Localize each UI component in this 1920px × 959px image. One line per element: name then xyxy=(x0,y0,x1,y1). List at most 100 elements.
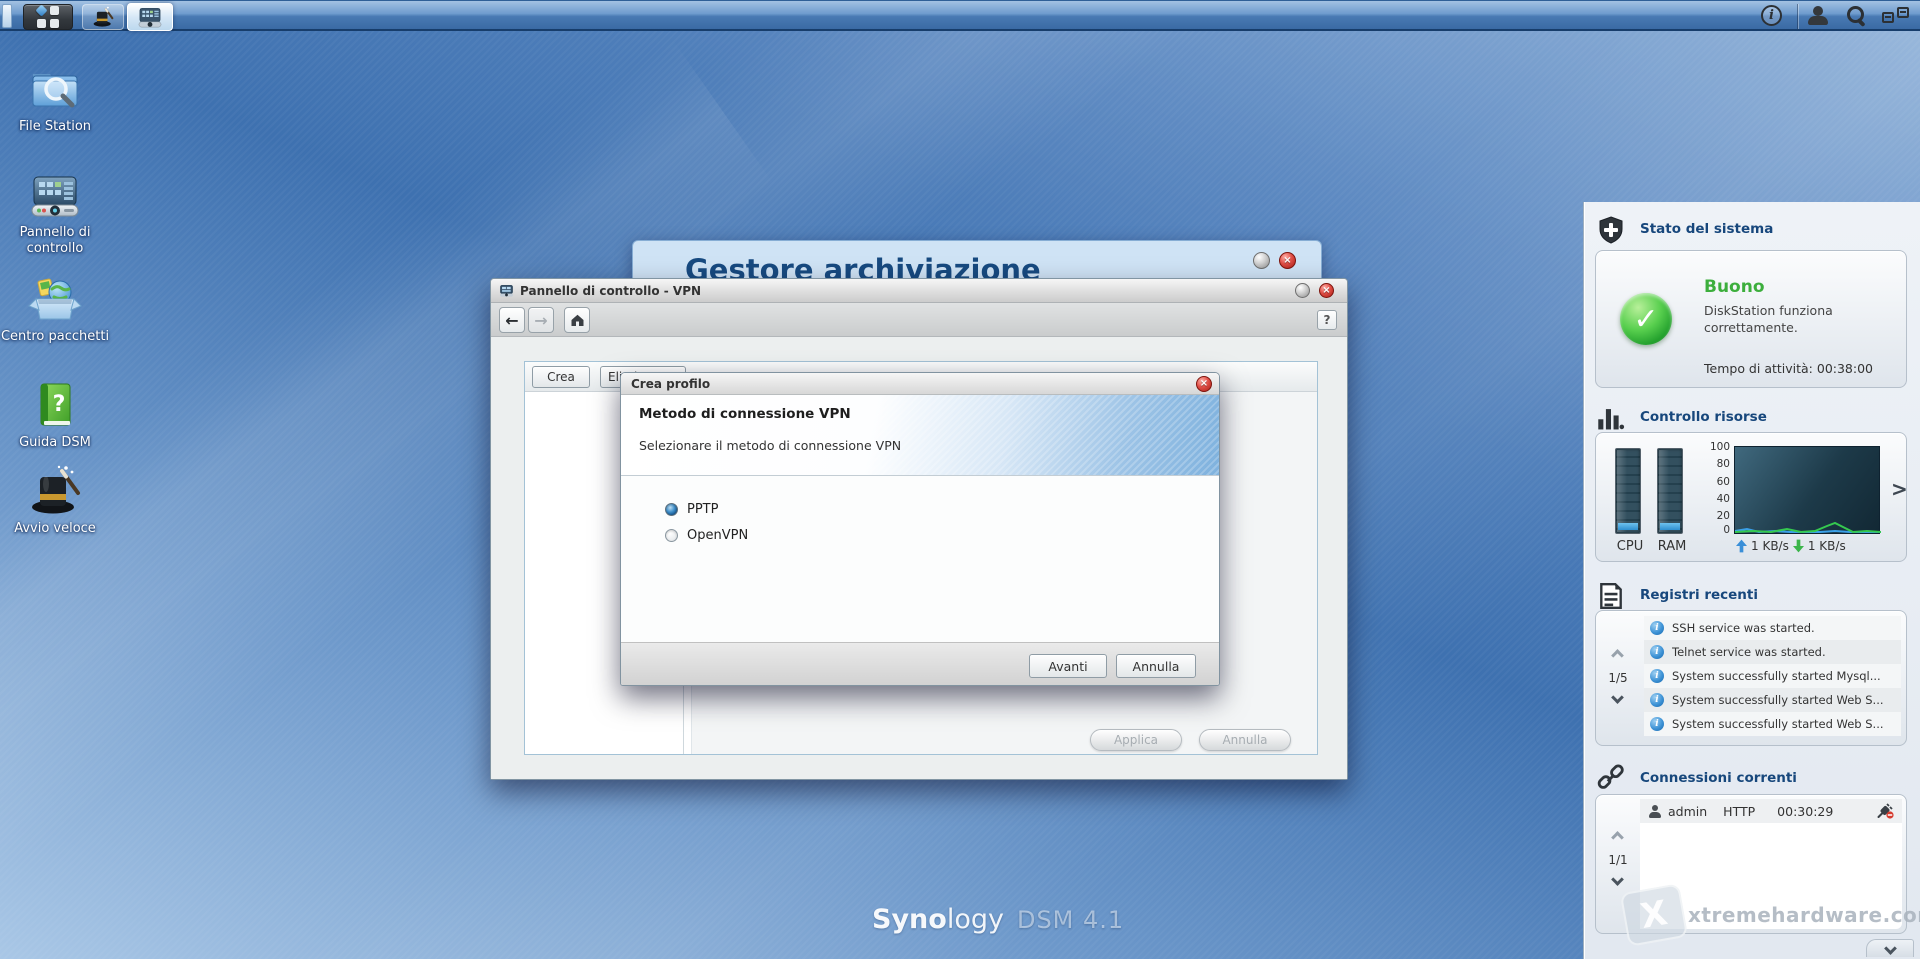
ram-label: RAM xyxy=(1657,539,1687,554)
logs-pager: 1/5 xyxy=(1596,611,1640,745)
help-glyph: ? xyxy=(1323,313,1331,327)
axis-tick: 60 xyxy=(1716,476,1730,488)
log-row: i System successfully started Mysql... xyxy=(1644,664,1901,688)
search-button[interactable] xyxy=(1845,1,1867,30)
pilot-view-button[interactable] xyxy=(1882,1,1910,30)
help-button[interactable]: ? xyxy=(1317,310,1337,330)
page-down-icon[interactable] xyxy=(1611,873,1624,886)
quick-start-button[interactable] xyxy=(82,4,124,30)
next-button[interactable]: Avanti xyxy=(1029,654,1107,678)
page-up-icon[interactable] xyxy=(1611,649,1624,662)
axis-tick: 0 xyxy=(1723,524,1730,536)
log-text: SSH service was started. xyxy=(1672,621,1815,635)
radio-label: OpenVPN xyxy=(687,528,749,543)
taskbar-control-panel-button-active[interactable] xyxy=(127,3,173,31)
show-desktop-button[interactable] xyxy=(2,4,12,28)
cpu-label: CPU xyxy=(1616,539,1644,554)
minimize-button[interactable] xyxy=(1253,252,1270,269)
desktop-icon-dsm-help[interactable]: ? Guida DSM xyxy=(0,378,110,451)
desktop-icon-label: Avvio veloce xyxy=(14,521,96,536)
uptime-text: Tempo di attività: 00:38:00 xyxy=(1704,361,1874,376)
dialog-titlebar[interactable]: Crea profilo × xyxy=(621,373,1219,395)
window-title: Pannello di controllo - VPN xyxy=(520,283,702,298)
radio-option-openvpn[interactable]: OpenVPN xyxy=(665,528,748,543)
axis-tick: 20 xyxy=(1716,510,1730,522)
cancel-button[interactable]: Annulla xyxy=(1116,654,1196,678)
page-indicator: 1/5 xyxy=(1608,671,1628,685)
user-icon xyxy=(1806,6,1830,25)
close-icon[interactable]: × xyxy=(1319,283,1334,298)
info-icon: i xyxy=(1761,5,1782,26)
brand-name-light: logy xyxy=(946,904,1004,935)
shield-icon xyxy=(1599,216,1623,244)
home-button[interactable] xyxy=(564,307,590,333)
status-description: DiskStation funziona correttamente. xyxy=(1704,303,1833,336)
disconnect-icon[interactable] xyxy=(1877,803,1894,819)
desktop: File Station Pannello di controllo Centr… xyxy=(0,0,1920,959)
taskbar-separator xyxy=(1797,4,1798,29)
page-up-icon[interactable] xyxy=(1611,831,1624,844)
close-icon[interactable]: × xyxy=(1279,252,1296,269)
ram-meter xyxy=(1657,448,1683,534)
log-text: System successfully started Web S... xyxy=(1672,717,1884,731)
svg-text:?: ? xyxy=(53,392,66,417)
status-ok-icon: ✓ xyxy=(1620,293,1672,345)
desktop-icon-quick-start[interactable]: Avvio veloce xyxy=(0,464,110,537)
magic-hat-icon xyxy=(32,465,80,514)
info-icon: i xyxy=(1650,693,1664,707)
bar-chart-icon xyxy=(1598,409,1625,430)
cancel-button[interactable]: Annulla xyxy=(1199,729,1291,751)
log-text: Telnet service was started. xyxy=(1672,645,1826,659)
section-title-resource-monitor: Controllo risorse xyxy=(1640,409,1767,425)
dialog-body: PPTP OpenVPN xyxy=(621,476,1219,642)
apply-button[interactable]: Applica xyxy=(1090,729,1182,751)
back-arrow-icon: ← xyxy=(505,310,519,330)
user-icon xyxy=(1648,804,1662,818)
axis-tick: 40 xyxy=(1716,493,1730,505)
dialog-title: Crea profilo xyxy=(631,376,711,391)
page-indicator: 1/1 xyxy=(1608,853,1628,867)
page-down-icon[interactable] xyxy=(1611,691,1624,704)
user-button[interactable] xyxy=(1806,1,1830,30)
radio-unselected-icon[interactable] xyxy=(665,529,678,542)
cpu-meter xyxy=(1615,448,1641,534)
status-description-line1: DiskStation funziona xyxy=(1704,303,1833,318)
titlebar[interactable]: Pannello di controllo - VPN × xyxy=(491,279,1347,303)
watermark-x: X xyxy=(1637,893,1671,937)
taskbar: i xyxy=(0,0,1920,31)
desktop-icon-file-station[interactable]: File Station xyxy=(0,62,110,135)
desktop-icon-package-center[interactable]: Centro pacchetti xyxy=(0,272,110,345)
status-text: Buono xyxy=(1704,277,1765,297)
create-button[interactable]: Crea xyxy=(532,366,590,388)
radio-option-pptp[interactable]: PPTP xyxy=(665,502,718,517)
watermark-text: xtremehardware.com xyxy=(1688,903,1920,927)
log-row: i SSH service was started. xyxy=(1644,616,1901,640)
close-glyph: × xyxy=(1322,284,1331,296)
axis-tick: 80 xyxy=(1716,458,1730,470)
forward-button[interactable]: → xyxy=(528,307,554,333)
file-station-icon xyxy=(32,74,78,108)
radio-selected-icon[interactable] xyxy=(665,503,678,516)
desktop-icon-label: File Station xyxy=(18,119,92,134)
brand-name-bold: Syno xyxy=(872,904,947,935)
desktop-icon-label: Guida DSM xyxy=(19,435,91,450)
info-icon: i xyxy=(1650,669,1664,683)
dsm-branding: Syno logy DSM 4.1 xyxy=(872,904,1124,935)
network-sparkline xyxy=(1735,521,1881,534)
dialog-footer: Avanti Annulla xyxy=(621,642,1219,685)
minimize-button[interactable] xyxy=(1295,283,1310,298)
download-rate: 1 KB/s xyxy=(1807,539,1846,553)
back-button[interactable]: ← xyxy=(499,307,525,333)
log-text: System successfully started Web S... xyxy=(1672,693,1884,707)
log-text: System successfully started Mysql... xyxy=(1672,669,1881,683)
main-menu-button[interactable] xyxy=(23,4,73,30)
recent-logs-card: 1/5 i SSH service was started. i Telnet … xyxy=(1595,610,1907,746)
close-icon[interactable]: × xyxy=(1196,376,1212,392)
info-button[interactable]: i xyxy=(1761,1,1782,30)
connection-protocol: HTTP xyxy=(1723,803,1756,819)
desktop-icon-control-panel[interactable]: Pannello di controllo xyxy=(0,168,110,258)
log-row: i System successfully started Web S... xyxy=(1644,688,1901,712)
dialog-subheading: Selezionare il metodo di connessione VPN xyxy=(639,438,902,453)
expand-chevron-right[interactable]: > xyxy=(1891,477,1908,501)
radio-label: PPTP xyxy=(687,502,719,517)
